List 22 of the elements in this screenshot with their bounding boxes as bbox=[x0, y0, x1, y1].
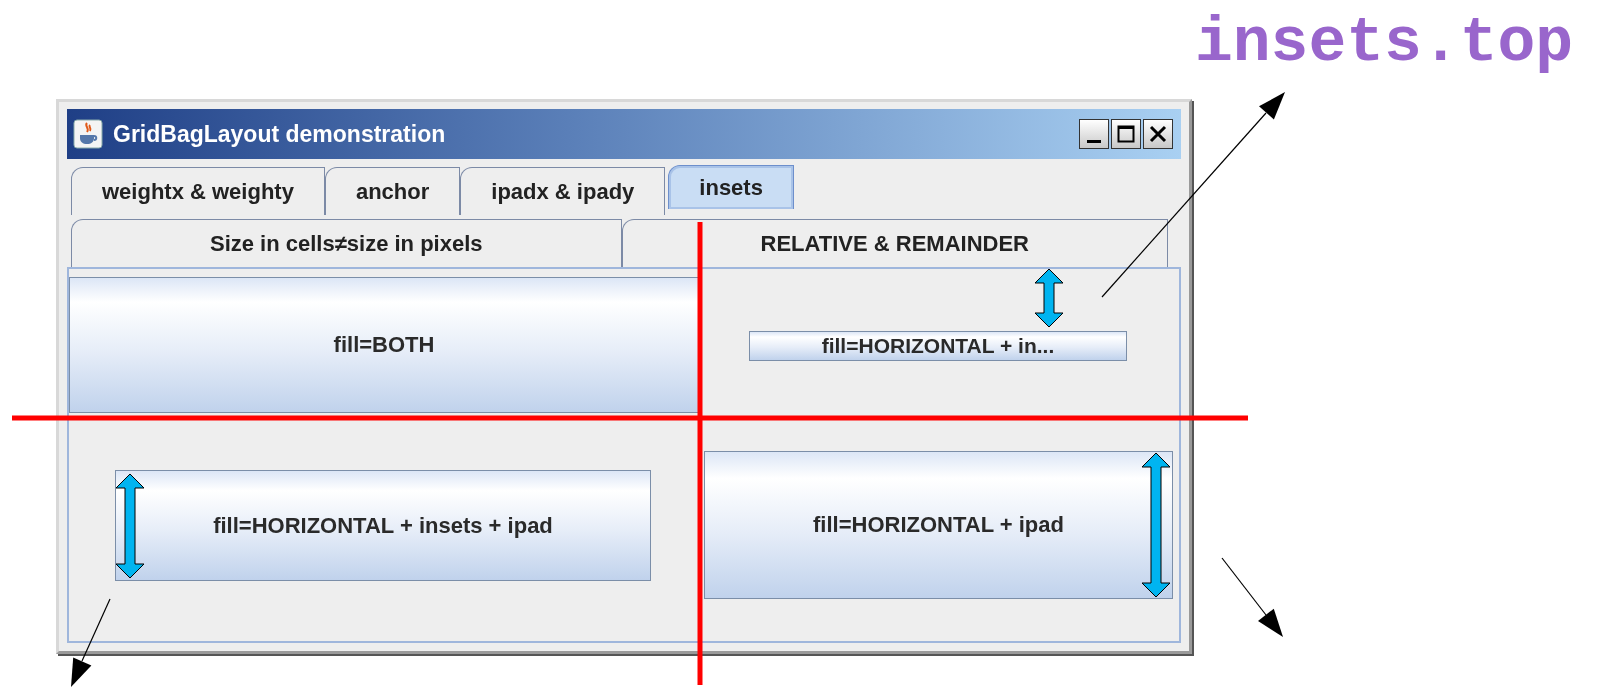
close-button[interactable] bbox=[1143, 119, 1173, 149]
tab[interactable]: insets bbox=[668, 165, 794, 209]
tab[interactable]: anchor bbox=[324, 167, 461, 215]
close-icon bbox=[1149, 125, 1167, 143]
minimize-button[interactable] bbox=[1079, 119, 1109, 149]
grid-button[interactable]: fill=HORIZONTAL + ipad bbox=[704, 451, 1173, 599]
annotation-label: insets.top bbox=[1195, 7, 1574, 81]
grid-button[interactable]: fill=HORIZONTAL + in... bbox=[749, 331, 1127, 361]
window-title: GridBagLayout demonstration bbox=[113, 120, 447, 148]
maximize-icon bbox=[1117, 125, 1135, 143]
tab[interactable]: weightx & weighty bbox=[71, 167, 325, 215]
maximize-button[interactable] bbox=[1111, 119, 1141, 149]
tab[interactable]: RELATIVE & REMAINDER bbox=[621, 219, 1168, 267]
minimize-icon bbox=[1087, 139, 1101, 143]
tab[interactable]: ipadx & ipady bbox=[460, 167, 666, 215]
double-arrow-icon bbox=[1142, 453, 1170, 598]
grid-button[interactable]: fill=HORIZONTAL + insets + ipad bbox=[115, 470, 651, 581]
tab[interactable]: Size in cells≠size in pixels bbox=[71, 219, 622, 267]
double-arrow-icon bbox=[116, 474, 144, 579]
double-arrow-icon bbox=[1035, 269, 1063, 328]
grid-button[interactable]: fill=BOTH bbox=[69, 277, 699, 413]
cup-icon bbox=[73, 119, 103, 149]
